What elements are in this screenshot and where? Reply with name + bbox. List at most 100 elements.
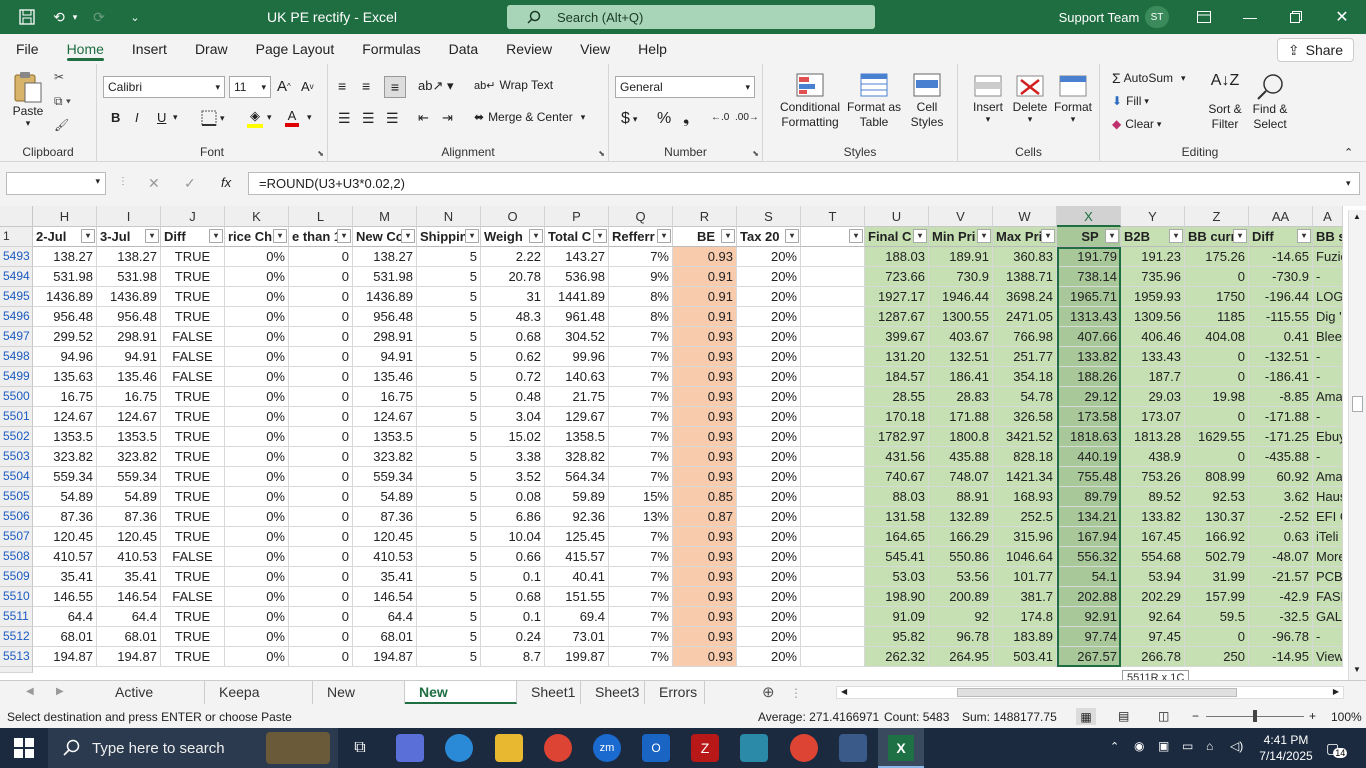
format-cells-button[interactable]: Format ▾ [1052,72,1094,125]
camera-icon[interactable]: ◉ [1134,739,1144,753]
name-box[interactable]: ▾ [6,172,106,195]
selected-cell[interactable]: 755.48 [1057,467,1121,487]
table-cell[interactable]: 19.98 [1185,387,1249,407]
table-cell[interactable]: 0.93 [673,567,737,587]
table-cell[interactable]: -96.78 [1249,627,1313,647]
table-cell[interactable]: 0.66 [481,547,545,567]
filter-dropdown-icon[interactable]: ▾ [1297,229,1311,243]
selected-cell[interactable]: 556.32 [1057,547,1121,567]
table-cell[interactable]: 0.93 [673,587,737,607]
table-cell[interactable]: 0% [225,527,289,547]
table-cell[interactable]: 20% [737,567,801,587]
table-cell[interactable]: 20% [737,467,801,487]
table-cell[interactable]: TRUE [161,407,225,427]
network-icon[interactable]: ⌂ [1206,739,1213,753]
table-cell[interactable]: 35.41 [353,567,417,587]
table-cell[interactable]: 0.93 [673,627,737,647]
table-cell[interactable]: 5 [417,287,481,307]
redo-icon[interactable]: ⟳ [88,0,110,34]
table-cell[interactable]: 91.09 [865,607,929,627]
table-cell[interactable]: FALSE [161,587,225,607]
zoom-level[interactable]: 100% [1331,710,1362,724]
table-cell[interactable]: 435.88 [929,447,993,467]
format-painter-icon[interactable]: 🖌 [54,118,69,132]
table-cell[interactable]: 1436.89 [97,287,161,307]
font-size-select[interactable]: 11 ▾ [229,76,271,98]
header-cell[interactable]: Weigh ▾ [481,227,545,247]
zoom-in-icon[interactable]: + [1309,709,1316,723]
table-cell[interactable]: 20% [737,547,801,567]
vertical-scrollbar[interactable]: ▲ ▼ [1348,210,1366,680]
table-cell[interactable]: View [1313,647,1343,667]
table-cell[interactable]: 68.01 [33,627,97,647]
selected-cell[interactable]: 267.57 [1057,647,1121,667]
table-cell[interactable]: 124.67 [97,407,161,427]
find-select-button[interactable]: Find & Select [1248,72,1292,132]
table-cell[interactable]: -2.52 [1249,507,1313,527]
table-cell[interactable]: 20% [737,267,801,287]
column-header[interactable]: Z [1185,206,1249,227]
table-cell[interactable]: 536.98 [545,267,609,287]
table-cell[interactable]: 5 [417,547,481,567]
table-cell[interactable]: 5 [417,407,481,427]
selected-cell[interactable]: 738.14 [1057,267,1121,287]
table-cell[interactable]: 323.82 [353,447,417,467]
table-cell[interactable]: 5 [417,367,481,387]
header-cell[interactable]: New Co ▾ [353,227,417,247]
table-cell[interactable]: 184.57 [865,367,929,387]
fill-color-dropdown-icon[interactable]: ▾ [267,112,272,123]
table-cell[interactable]: 140.63 [545,367,609,387]
table-cell[interactable]: TRUE [161,647,225,667]
currency-icon[interactable]: $ ▾ [621,110,637,128]
table-cell[interactable]: 143.27 [545,247,609,267]
table-cell[interactable]: 1436.89 [353,287,417,307]
column-header[interactable]: U [865,206,929,227]
table-cell[interactable]: 0 [289,387,353,407]
vertical-scroll-thumb[interactable] [1352,396,1363,412]
row-header[interactable]: 5511 [0,607,33,627]
header-cell[interactable]: SP ▾ [1057,227,1121,247]
table-cell[interactable]: 2471.05 [993,307,1057,327]
filter-dropdown-icon[interactable]: ▾ [721,229,735,243]
table-cell[interactable]: 1421.34 [993,467,1057,487]
table-cell[interactable]: 20% [737,367,801,387]
chrome-profile-icon[interactable] [790,734,818,762]
scroll-right-icon[interactable]: ▶ [1333,687,1339,696]
column-header[interactable]: AA [1249,206,1313,227]
table-cell[interactable]: 138.27 [97,247,161,267]
row-header[interactable]: 5510 [0,587,33,607]
header-cell[interactable]: Total C ▾ [545,227,609,247]
table-cell[interactable]: 0 [1185,447,1249,467]
table-cell[interactable]: 5 [417,387,481,407]
table-cell[interactable]: 31.99 [1185,567,1249,587]
customize-qat-icon[interactable]: ⌄ [128,0,142,34]
table-cell[interactable]: 6.86 [481,507,545,527]
scroll-down-icon[interactable]: ▼ [1353,665,1361,674]
table-cell[interactable]: 0 [289,567,353,587]
column-header[interactable]: I [97,206,161,227]
table-cell[interactable]: 194.87 [97,647,161,667]
table-cell[interactable]: 20% [737,347,801,367]
table-cell[interactable]: 92.64 [1121,607,1185,627]
table-cell[interactable]: TRUE [161,307,225,327]
table-cell[interactable]: 0.93 [673,467,737,487]
borders-icon[interactable]: ▾ [201,110,225,126]
table-cell[interactable]: 5 [417,467,481,487]
row-header[interactable]: 5493 [0,247,33,267]
header-cell[interactable]: 2-Jul ▾ [33,227,97,247]
table-cell[interactable] [801,607,865,627]
filter-dropdown-icon[interactable]: ▾ [401,229,415,243]
table-cell[interactable] [801,307,865,327]
table-cell[interactable]: 748.07 [929,467,993,487]
table-cell[interactable]: 0 [289,527,353,547]
table-cell[interactable]: 94.91 [97,347,161,367]
table-cell[interactable]: 68.01 [97,627,161,647]
table-cell[interactable]: FASH [1313,587,1343,607]
table-cell[interactable]: 138.27 [33,247,97,267]
horizontal-scroll-thumb[interactable] [957,688,1237,697]
app-icon[interactable] [740,734,768,762]
table-cell[interactable]: 0.93 [673,387,737,407]
table-cell[interactable]: 0 [289,487,353,507]
table-cell[interactable]: - [1313,367,1343,387]
row-header[interactable]: 5506 [0,507,33,527]
